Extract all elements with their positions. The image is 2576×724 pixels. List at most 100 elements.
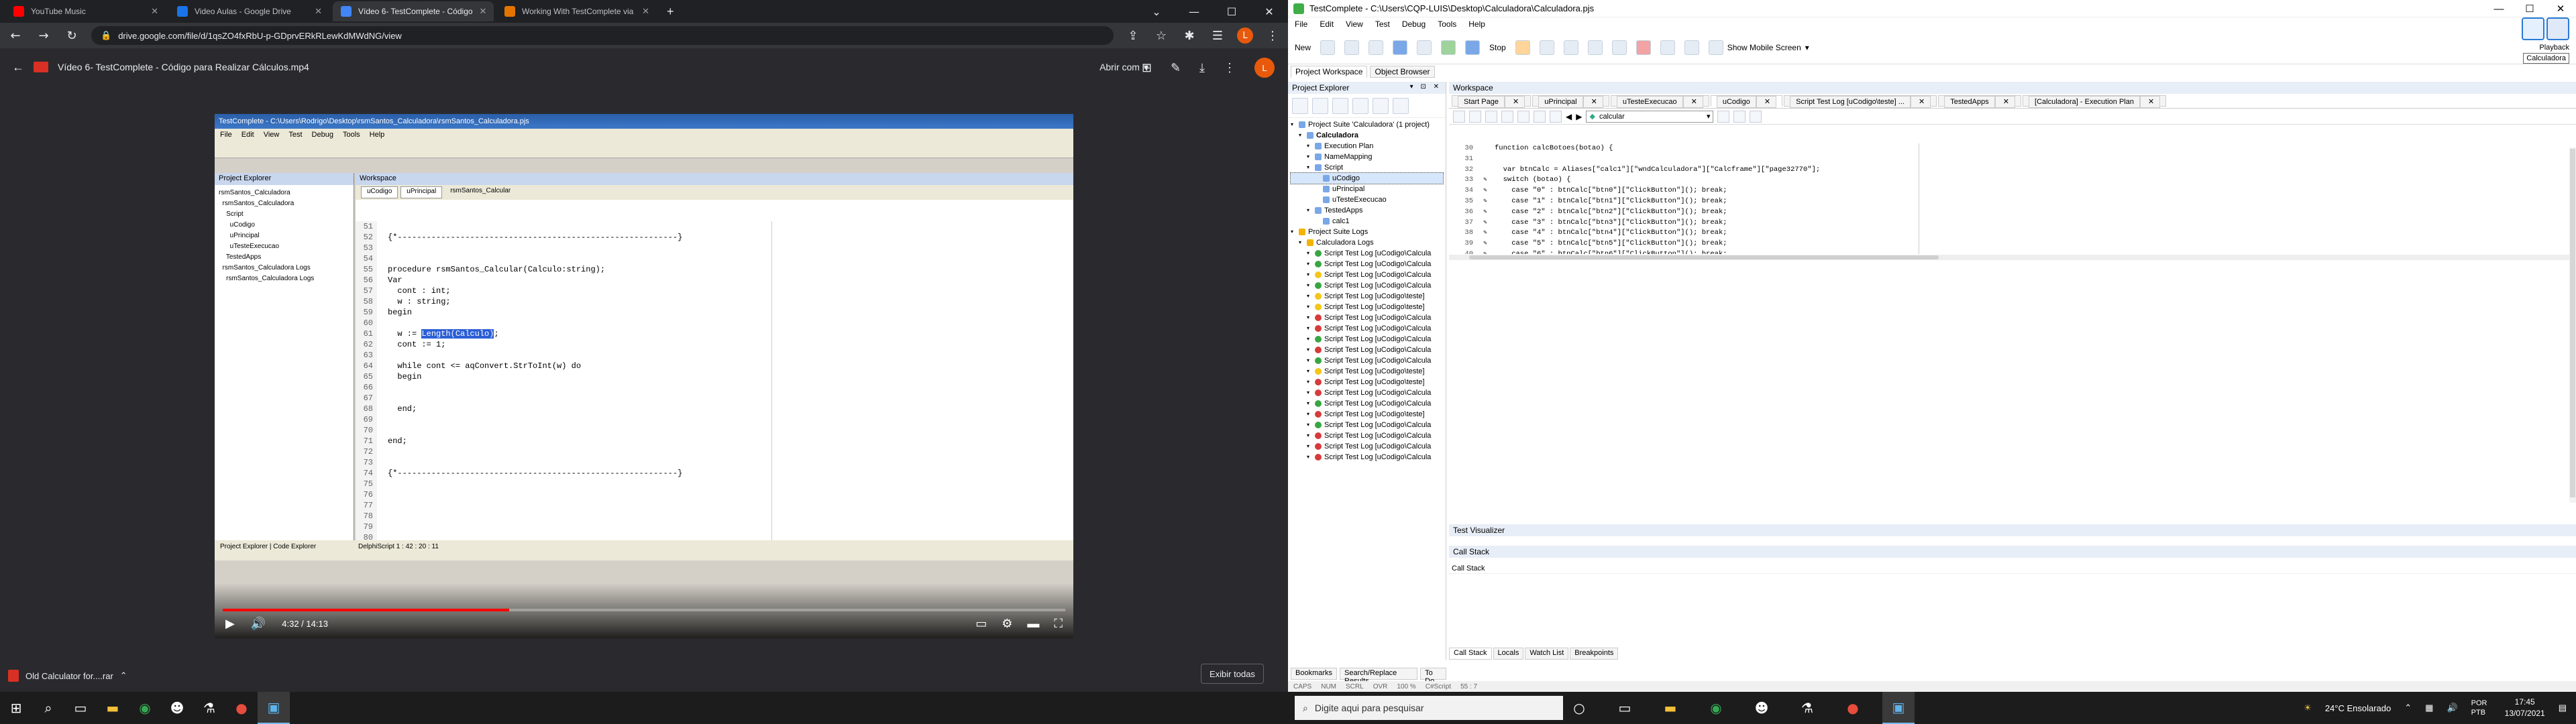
close-viewer-icon[interactable]: ← <box>12 60 24 74</box>
tree-node[interactable]: ▾ Script Test Log [uCodigo\Calcula <box>1291 259 1443 269</box>
language-indicator[interactable]: POR PTB <box>2471 699 2491 717</box>
play-icon[interactable]: ▶ <box>225 617 235 631</box>
tab-google-drive[interactable]: Video Aulas - Google Drive ✕ <box>169 1 330 21</box>
step-over-icon[interactable] <box>1563 40 1578 55</box>
options-icon[interactable] <box>1684 40 1699 55</box>
indent-icon[interactable] <box>1485 110 1497 123</box>
expand-icon[interactable]: ▾ <box>1307 312 1312 323</box>
tree-node[interactable]: ▾ Script Test Log [uCodigo\Calcula <box>1291 345 1443 355</box>
menu-test[interactable]: Test <box>1375 19 1390 29</box>
expand-icon[interactable]: ▾ <box>1299 237 1304 248</box>
viewer-avatar[interactable]: L <box>1254 58 1275 78</box>
menu-file[interactable]: File <box>1295 19 1307 29</box>
tree-node[interactable]: ▾ Script Test Log [uCodigo\Calcula <box>1291 355 1443 366</box>
expand-icon[interactable]: ▾ <box>1307 302 1312 312</box>
expand-icon[interactable]: ▾ <box>1307 280 1312 291</box>
gutter-marks[interactable]: ✎✎✎✎✎✎✎✎✎✎✎✎✎✎✎✎✎✎● <box>1476 143 1495 254</box>
uncomment-icon[interactable] <box>1469 110 1481 123</box>
properties-icon[interactable] <box>1373 98 1389 114</box>
tab-search-icon[interactable]: ⌄ <box>1138 0 1175 23</box>
chrome-icon[interactable]: ◉ <box>129 692 161 724</box>
profile-avatar[interactable]: L <box>1237 27 1253 44</box>
search-icon[interactable]: ⌕ <box>32 692 64 724</box>
expand-icon[interactable]: ▾ <box>1307 377 1312 387</box>
close-icon[interactable]: ✕ <box>642 6 649 17</box>
expand-icon[interactable]: ▾ <box>1307 162 1312 173</box>
tree-node[interactable]: ▾ Script Test Log [uCodigo\teste] <box>1291 409 1443 420</box>
tree-node[interactable]: ▾ Script <box>1291 162 1443 173</box>
clock[interactable]: 17:45 13/07/2021 <box>2505 697 2545 719</box>
record-icon[interactable] <box>1417 40 1432 55</box>
tree-node[interactable]: ▾ Script Test Log [uCodigo\Calcula <box>1291 269 1443 280</box>
app-icon[interactable]: ⚗ <box>1791 692 1823 724</box>
show-all-downloads-button[interactable]: Exibir todas <box>1201 664 1264 684</box>
keyword-test-icon[interactable] <box>1750 110 1762 123</box>
expand-icon[interactable]: ▾ <box>1307 452 1312 463</box>
forward-icon[interactable]: → <box>35 29 52 43</box>
tree-node[interactable]: ▾ Project Suite Logs <box>1291 227 1443 237</box>
app-icon[interactable]: ⚗ <box>193 692 225 724</box>
close-icon[interactable]: ✕ <box>315 6 322 17</box>
open-icon[interactable] <box>1320 40 1336 55</box>
expand-icon[interactable]: ▾ <box>1307 398 1312 409</box>
source-code[interactable]: function calcBotoes(botao) { var btnCalc… <box>1495 143 2576 254</box>
tree-node[interactable]: ▾ Script Test Log [uCodigo\Calcula <box>1291 420 1443 430</box>
reload-icon[interactable]: ↻ <box>63 29 80 43</box>
windows-search-box[interactable]: ⌕ Digite aqui para pesquisar <box>1295 696 1563 720</box>
expand-icon[interactable]: ▾ <box>1307 323 1312 334</box>
test-visualizer-header[interactable]: Test Visualizer <box>1449 524 2576 536</box>
progress-bar[interactable] <box>223 609 1065 611</box>
expand-icon[interactable]: ▾ <box>1307 355 1312 366</box>
scroll-thumb[interactable] <box>1469 255 1939 259</box>
debug-tab[interactable]: Call Stack <box>1449 648 1492 660</box>
back-icon[interactable]: ← <box>7 29 24 43</box>
debug-icon[interactable] <box>1635 40 1651 55</box>
debug-tab[interactable]: Watch List <box>1525 648 1569 660</box>
expand-icon[interactable]: ▾ <box>1307 248 1312 259</box>
share-icon[interactable]: ⇪ <box>1124 29 1142 43</box>
forward-icon[interactable]: ▶ <box>1576 112 1582 121</box>
chevron-up-icon[interactable]: ⌃ <box>120 670 127 681</box>
tray-chevron-icon[interactable]: ⌃ <box>2404 703 2412 713</box>
theater-icon[interactable]: ▬ <box>1027 617 1039 631</box>
volume-icon[interactable]: 🔊 <box>2447 703 2457 713</box>
stop-icon[interactable] <box>1465 40 1481 55</box>
close-icon[interactable]: ✕ <box>1682 96 1703 108</box>
debug-tab[interactable]: Breakpoints <box>1570 648 1619 660</box>
extensions-icon[interactable]: ✱ <box>1181 29 1198 43</box>
tree-node[interactable]: ▾ TestedApps <box>1291 205 1443 216</box>
step-into-icon[interactable] <box>1539 40 1554 55</box>
network-icon[interactable]: ▦ <box>2425 703 2433 713</box>
add-item-icon[interactable] <box>1292 98 1308 114</box>
tree-node[interactable]: ▾ NameMapping <box>1291 152 1443 162</box>
task-view-icon[interactable]: ▭ <box>1609 692 1641 724</box>
reading-list-icon[interactable]: ☰ <box>1209 29 1226 43</box>
tree-node[interactable]: calc1 <box>1291 216 1443 227</box>
close-icon[interactable]: ✕ <box>1994 96 2016 108</box>
expand-icon[interactable]: ▾ <box>1307 441 1312 452</box>
video-player[interactable]: TestComplete - C:\Users\Rodrigo\Desktop\… <box>215 114 1073 638</box>
settings-gear-icon[interactable] <box>1660 40 1675 55</box>
tree-node[interactable]: uTesteExecucao <box>1291 194 1443 205</box>
routine-dropdown[interactable]: ◆ calcular ▾ <box>1586 110 1714 123</box>
run-icon[interactable] <box>1441 40 1456 55</box>
expand-icon[interactable]: ▾ <box>1307 152 1312 162</box>
debug-tab[interactable]: Locals <box>1493 648 1524 660</box>
expand-icon[interactable]: ▾ <box>1307 334 1312 345</box>
close-icon[interactable]: ✕ <box>1250 0 1288 23</box>
expand-icon[interactable]: ▾ <box>1307 387 1312 398</box>
people-icon[interactable]: ☻ <box>161 692 193 724</box>
expand-icon[interactable]: ▾ <box>1307 259 1312 269</box>
tab-search-replace[interactable]: Search/Replace Results <box>1340 668 1418 685</box>
tree-node[interactable]: ▾ Execution Plan <box>1291 141 1443 152</box>
bookmark-icon[interactable] <box>1517 110 1529 123</box>
remove-item-icon[interactable] <box>1312 98 1328 114</box>
close-icon[interactable]: ✕ <box>1756 96 1777 108</box>
red-app-icon[interactable]: ● <box>1837 692 1869 724</box>
next-bookmark-icon[interactable] <box>1550 110 1562 123</box>
expand-icon[interactable]: ▾ <box>1307 291 1312 302</box>
testcomplete-taskbar-icon[interactable]: ▣ <box>1882 692 1915 724</box>
file-tab[interactable]: Start Page ✕ <box>1452 95 1532 108</box>
tree-node[interactable]: ▾ Script Test Log [uCodigo\Calcula <box>1291 248 1443 259</box>
tree-node[interactable]: ▾ Script Test Log [uCodigo\Calcula <box>1291 312 1443 323</box>
